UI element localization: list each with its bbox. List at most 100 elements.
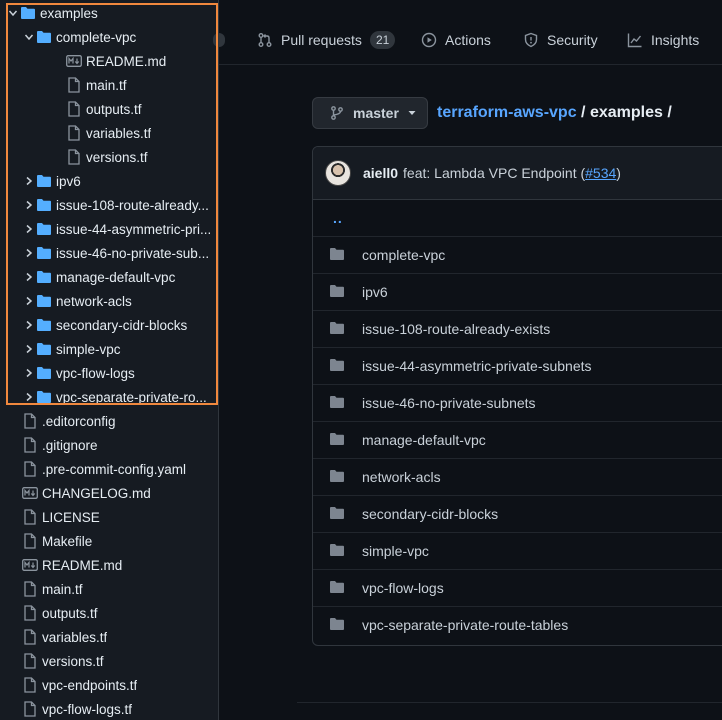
commit-pr-link[interactable]: #534 <box>585 165 616 181</box>
parent-directory-link[interactable]: .. <box>333 210 343 226</box>
tree-file[interactable]: variables.tf <box>0 121 218 145</box>
tree-file[interactable]: main.tf <box>0 577 218 601</box>
directory-link[interactable]: vpc-flow-logs <box>362 580 444 596</box>
tab-insights[interactable]: Insights <box>627 26 699 54</box>
tree-file[interactable]: variables.tf <box>0 625 218 649</box>
directory-row[interactable]: network-acls <box>313 458 722 495</box>
directory-row[interactable]: ipv6 <box>313 273 722 310</box>
directory-row[interactable]: issue-46-no-private-subnets <box>313 384 722 421</box>
chevron-right-icon[interactable] <box>22 246 36 260</box>
tree-file[interactable]: LICENSE <box>0 505 218 529</box>
tree-file[interactable]: Makefile <box>0 529 218 553</box>
latest-commit-bar: aiell0 feat: Lambda VPC Endpoint (#534) <box>313 147 722 200</box>
tree-folder-complete-vpc[interactable]: complete-vpc <box>0 25 218 49</box>
directory-row[interactable]: vpc-flow-logs <box>313 569 722 606</box>
tree-file[interactable]: vpc-flow-logs.tf <box>0 697 218 720</box>
tree-folder[interactable]: simple-vpc <box>0 337 218 361</box>
directory-link[interactable]: vpc-separate-private-route-tables <box>362 617 568 633</box>
folder-icon <box>36 173 52 189</box>
tree-file[interactable]: main.tf <box>0 73 218 97</box>
repo-nav: Pull requests 21 Actions Security Insigh… <box>213 0 722 65</box>
directory-row[interactable]: vpc-separate-private-route-tables <box>313 606 722 643</box>
tree-item-label: manage-default-vpc <box>56 269 176 285</box>
directory-row[interactable]: complete-vpc <box>313 236 722 273</box>
directory-link[interactable]: manage-default-vpc <box>362 432 486 448</box>
tree-item-label: outputs.tf <box>86 101 142 117</box>
chevron-right-icon[interactable] <box>22 294 36 308</box>
chevron-right-icon[interactable] <box>22 270 36 284</box>
tree-folder-examples[interactable]: examples <box>0 1 218 25</box>
tab-actions[interactable]: Actions <box>421 26 491 54</box>
chevron-right-icon[interactable] <box>22 222 36 236</box>
chevron-right-icon[interactable] <box>22 174 36 188</box>
tree-file[interactable]: vpc-endpoints.tf <box>0 673 218 697</box>
directory-row[interactable]: simple-vpc <box>313 532 722 569</box>
tree-folder[interactable]: vpc-flow-logs <box>0 361 218 385</box>
chevron-right-icon[interactable] <box>22 342 36 356</box>
directory-link[interactable]: simple-vpc <box>362 543 429 559</box>
directory-link[interactable]: issue-44-asymmetric-private-subnets <box>362 358 592 374</box>
tab-security[interactable]: Security <box>523 26 598 54</box>
tree-folder[interactable]: vpc-separate-private-ro... <box>0 385 218 409</box>
parent-directory-row[interactable]: .. <box>313 199 722 236</box>
directory-row[interactable]: manage-default-vpc <box>313 421 722 458</box>
tree-item-label: main.tf <box>86 77 127 93</box>
folder-icon <box>329 469 345 485</box>
markdown-icon <box>22 485 38 501</box>
file-icon <box>22 533 38 549</box>
chevron-down-icon[interactable] <box>22 30 36 44</box>
chevron-down-icon[interactable] <box>6 6 20 20</box>
graph-icon <box>627 33 642 48</box>
tree-folder[interactable]: network-acls <box>0 289 218 313</box>
tree-item-label: issue-44-asymmetric-pri... <box>56 221 212 237</box>
directory-link[interactable]: ipv6 <box>362 284 388 300</box>
tab-pull-requests[interactable]: Pull requests 21 <box>257 26 396 54</box>
file-icon <box>66 101 82 117</box>
tree-folder[interactable]: issue-46-no-private-sub... <box>0 241 218 265</box>
tree-item-label: vpc-flow-logs.tf <box>42 701 133 717</box>
directory-link[interactable]: complete-vpc <box>362 247 445 263</box>
branch-selector-button[interactable]: master <box>312 97 428 129</box>
tree-file[interactable]: CHANGELOG.md <box>0 481 218 505</box>
folder-icon <box>36 197 52 213</box>
tree-item-label: secondary-cidr-blocks <box>56 317 188 333</box>
directory-link[interactable]: issue-108-route-already-exists <box>362 321 550 337</box>
markdown-icon <box>22 557 38 573</box>
commit-message[interactable]: feat: Lambda VPC Endpoint (#534) <box>403 165 621 181</box>
folder-icon <box>329 617 345 633</box>
tree-file[interactable]: versions.tf <box>0 649 218 673</box>
chevron-right-icon[interactable] <box>22 198 36 212</box>
directory-row[interactable]: issue-108-route-already-exists <box>313 310 722 347</box>
breadcrumb-repo-link[interactable]: terraform-aws-vpc <box>437 104 577 121</box>
tree-folder[interactable]: ipv6 <box>0 169 218 193</box>
chevron-right-icon[interactable] <box>22 318 36 332</box>
tree-file[interactable]: .gitignore <box>0 433 218 457</box>
tree-file[interactable]: README.md <box>0 553 218 577</box>
tree-file[interactable]: .editorconfig <box>0 409 218 433</box>
directory-link[interactable]: issue-46-no-private-subnets <box>362 395 536 411</box>
tree-folder[interactable]: issue-44-asymmetric-pri... <box>0 217 218 241</box>
tree-folder[interactable]: secondary-cidr-blocks <box>0 313 218 337</box>
tree-item-label: versions.tf <box>42 653 104 669</box>
avatar[interactable] <box>325 160 351 186</box>
directory-row[interactable]: issue-44-asymmetric-private-subnets <box>313 347 722 384</box>
tree-file[interactable]: outputs.tf <box>0 97 218 121</box>
chevron-right-icon[interactable] <box>22 366 36 380</box>
tree-file[interactable]: README.md <box>0 49 218 73</box>
tree-folder[interactable]: issue-108-route-already... <box>0 193 218 217</box>
tree-file[interactable]: .pre-commit-config.yaml <box>0 457 218 481</box>
directory-link[interactable]: network-acls <box>362 469 441 485</box>
tree-item-label: versions.tf <box>86 149 148 165</box>
chevron-right-icon[interactable] <box>22 390 36 404</box>
commit-author[interactable]: aiell0 <box>363 165 398 181</box>
tree-folder[interactable]: manage-default-vpc <box>0 265 218 289</box>
tree-item-label: examples <box>40 5 98 21</box>
directory-row[interactable]: secondary-cidr-blocks <box>313 495 722 532</box>
tree-file[interactable]: versions.tf <box>0 145 218 169</box>
tree-file[interactable]: outputs.tf <box>0 601 218 625</box>
directory-link[interactable]: secondary-cidr-blocks <box>362 506 498 522</box>
